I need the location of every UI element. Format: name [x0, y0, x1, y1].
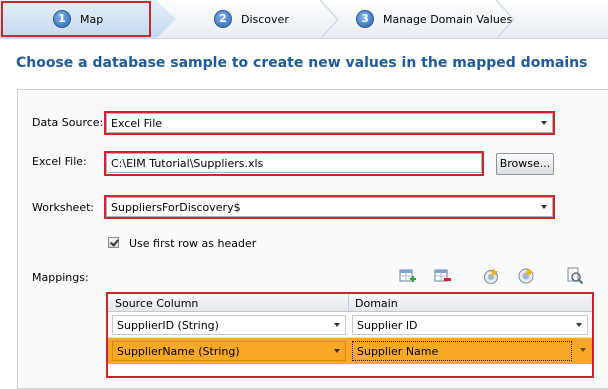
first-row-header-checkbox[interactable] [108, 237, 119, 248]
step-map-highlight [1, 1, 151, 37]
step-separator [495, 0, 515, 39]
step-discover[interactable]: 2 Discover [176, 0, 326, 39]
mappings-grid-highlight [106, 292, 594, 378]
worksheet-highlight [104, 195, 555, 219]
page-title: Choose a database sample to create new v… [16, 55, 588, 71]
wizard-steps: 1 Map 2 Discover 3 Manage Domain Values [0, 0, 608, 39]
first-row-header-label: Use first row as header [129, 237, 257, 250]
worksheet-label: Worksheet: [32, 201, 95, 214]
remove-column-mapping-icon[interactable] [434, 267, 452, 285]
excel-file-label: Excel File: [32, 155, 87, 168]
step-number-3: 3 [356, 10, 374, 28]
data-source-highlight [104, 111, 555, 135]
step-number-2: 2 [214, 10, 232, 28]
excel-file-highlight [104, 151, 484, 176]
browse-button[interactable]: Browse... [496, 153, 554, 175]
view-domains-icon[interactable] [517, 267, 535, 285]
step-label-discover: Discover [241, 13, 289, 26]
mappings-label: Mappings: [32, 271, 89, 284]
create-domain-icon[interactable] [482, 267, 500, 285]
add-column-mapping-icon[interactable] [399, 267, 417, 285]
preview-data-icon[interactable] [566, 267, 584, 285]
data-source-label: Data Source: [32, 116, 104, 129]
step-label-manage-domain-values: Manage Domain Values [383, 13, 513, 26]
